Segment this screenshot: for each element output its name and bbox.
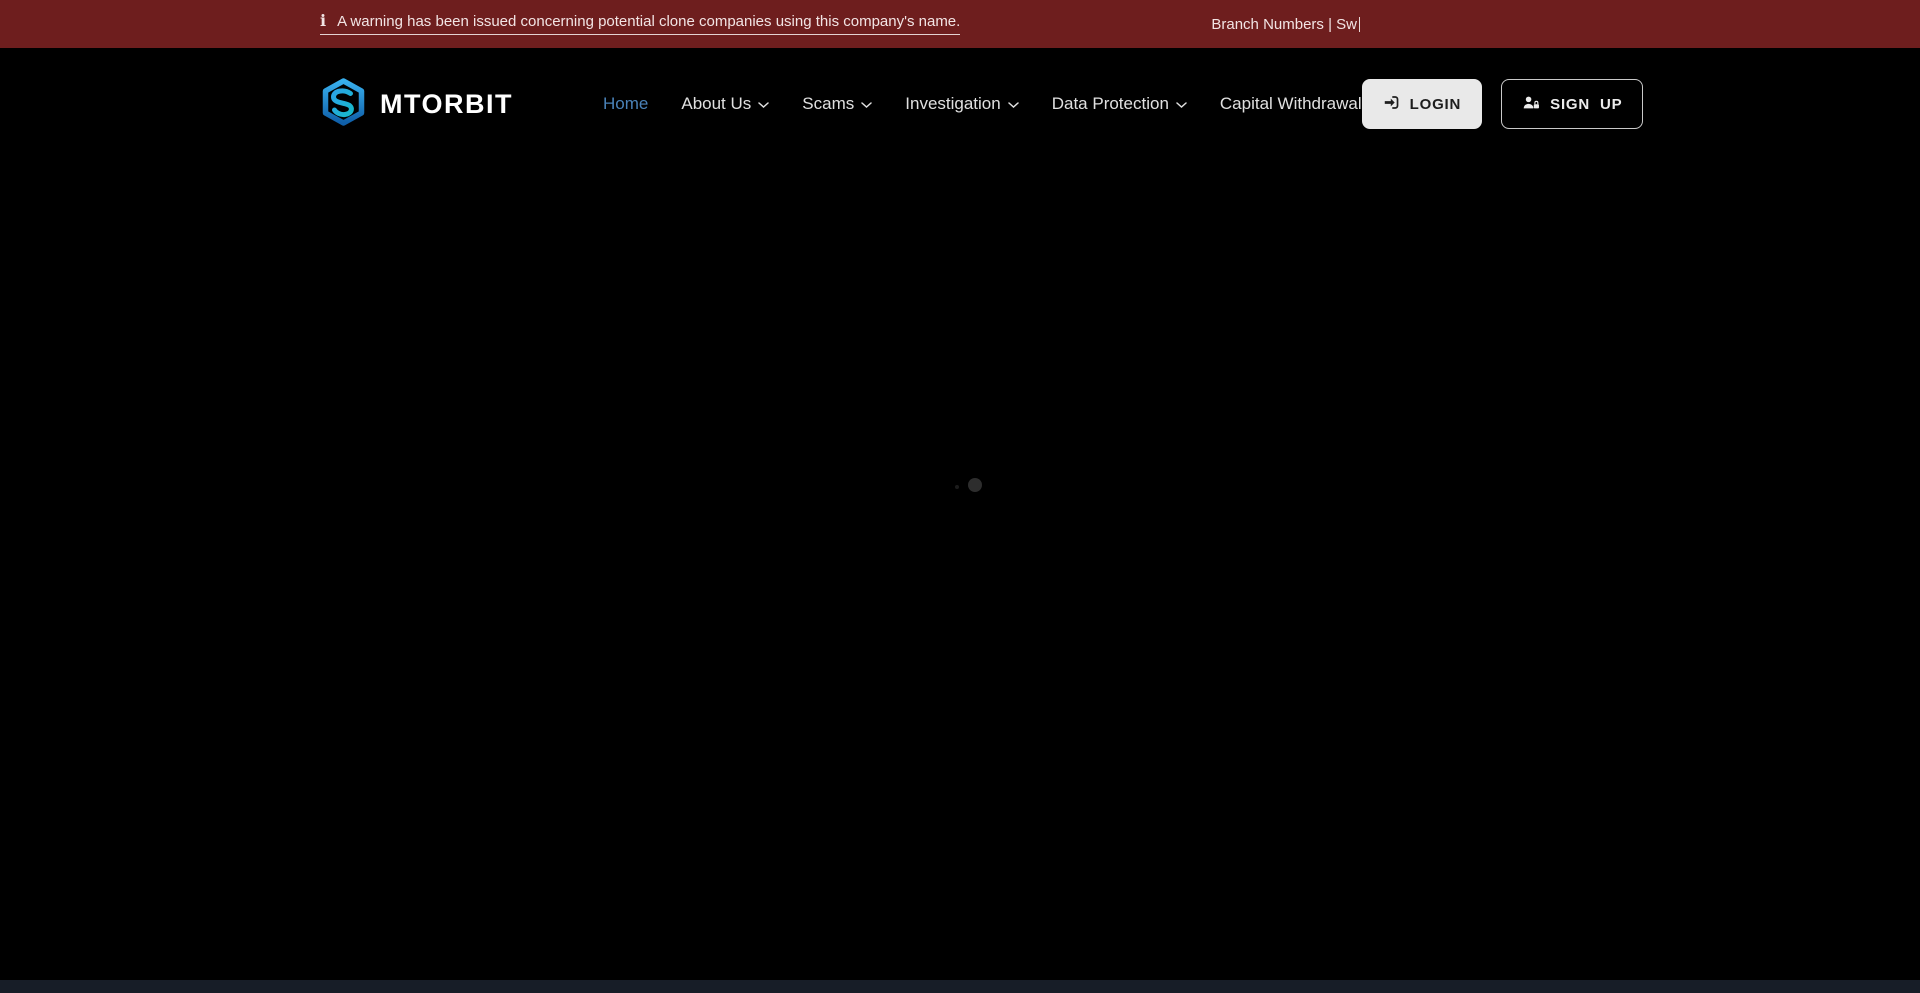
nav-item-about-us[interactable]: About Us [681,94,769,114]
chevron-down-icon [1008,102,1019,109]
nav-label: About Us [681,94,751,114]
nav-item-investigation[interactable]: Investigation [905,94,1018,114]
page-loading-area [0,160,1920,980]
nav-item-scams[interactable]: Scams [802,94,872,114]
brand-name: MTORBIT [380,89,513,120]
nav-label: Home [603,94,648,114]
sign-up-button[interactable]: SIGN UP [1501,79,1643,129]
hexagon-s-logo-icon [320,77,367,132]
footer-bar [0,980,1920,993]
warning-banner: i A warning has been issued concerning p… [0,0,1920,48]
sign-up-label: SIGN UP [1550,96,1622,113]
nav-item-home[interactable]: Home [603,94,648,114]
chevron-down-icon [861,102,872,109]
clone-warning-link[interactable]: i A warning has been issued concerning p… [320,13,960,35]
typing-cursor [1359,17,1360,32]
nav-label: Capital Withdrawal [1220,94,1362,114]
clone-warning-text: A warning has been issued concerning pot… [337,13,960,30]
branch-numbers-ticker: Branch Numbers | Sw [1211,16,1360,33]
nav-item-capital-withdrawal[interactable]: Capital Withdrawal [1220,94,1362,114]
loading-spinner-dot [968,478,982,492]
brand-logo[interactable]: MTORBIT [320,77,513,132]
chevron-down-icon [1176,102,1187,109]
chevron-down-icon [758,102,769,109]
warning-banner-container: i A warning has been issued concerning p… [320,0,1600,48]
main-nav: Home About Us Scams Investigation [513,94,1362,114]
login-button[interactable]: LOGIN [1362,79,1483,129]
user-lock-icon [1522,94,1540,115]
site-header: MTORBIT Home About Us Scams Investigatio… [0,48,1920,160]
auth-buttons: LOGIN SIGN UP [1362,79,1644,129]
nav-item-data-protection[interactable]: Data Protection [1052,94,1187,114]
nav-label: Scams [802,94,854,114]
nav-label: Investigation [905,94,1000,114]
sign-in-icon [1383,94,1400,115]
login-label: LOGIN [1410,96,1462,113]
branch-numbers-ticker-text: Branch Numbers | Sw [1211,16,1357,33]
header-container: MTORBIT Home About Us Scams Investigatio… [320,48,1600,160]
info-icon: i [320,13,326,29]
nav-label: Data Protection [1052,94,1169,114]
loading-spinner-dot [955,485,959,489]
